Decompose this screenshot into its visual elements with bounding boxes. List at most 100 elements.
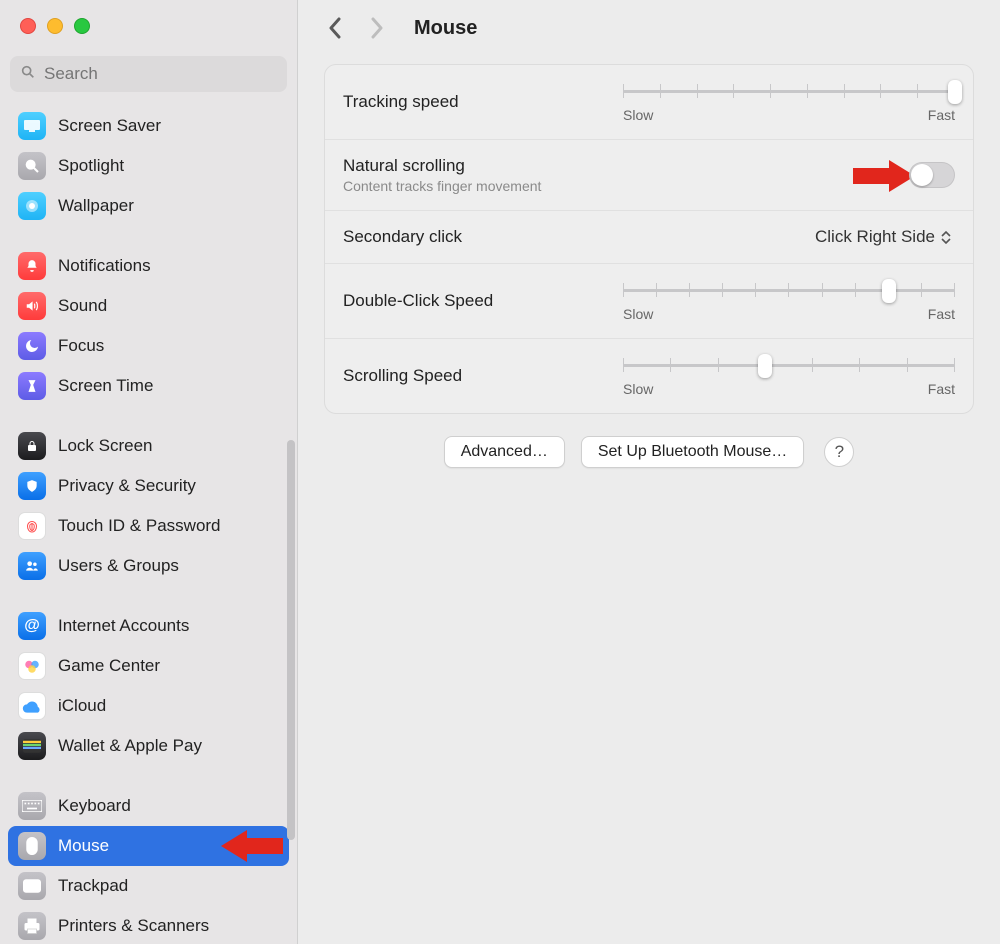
- annotation-arrow-icon: [221, 826, 283, 866]
- sidebar-item-trackpad[interactable]: Trackpad: [8, 866, 289, 906]
- sidebar-item-label: Spotlight: [58, 156, 124, 176]
- fast-label: Fast: [928, 107, 955, 123]
- natural-scrolling-sub: Content tracks finger movement: [343, 178, 889, 194]
- sidebar-item-mouse[interactable]: Mouse: [8, 826, 289, 866]
- row-natural-scrolling: Natural scrolling Content tracks finger …: [325, 140, 973, 211]
- sidebar-item-label: Internet Accounts: [58, 616, 189, 636]
- sidebar-item-label: Touch ID & Password: [58, 516, 221, 536]
- titlebar: Mouse: [298, 0, 1000, 58]
- sidebar-item-label: Screen Saver: [58, 116, 161, 136]
- double-click-speed-slider[interactable]: [623, 280, 955, 300]
- sidebar-item-label: Focus: [58, 336, 104, 356]
- wallpaper-icon: [18, 192, 46, 220]
- keyboard-icon: [18, 792, 46, 820]
- sidebar-item-icloud[interactable]: iCloud: [8, 686, 289, 726]
- sidebar: Screen Saver Spotlight Wallpaper Notific…: [0, 0, 298, 944]
- sidebar-item-internet-accounts[interactable]: @ Internet Accounts: [8, 606, 289, 646]
- lock-screen-icon: [18, 432, 46, 460]
- scrolling-speed-label: Scrolling Speed: [343, 366, 603, 386]
- tracking-speed-label: Tracking speed: [343, 92, 603, 112]
- sidebar-item-wallpaper[interactable]: Wallpaper: [8, 186, 289, 226]
- sidebar-item-label: Mouse: [58, 836, 109, 856]
- natural-scrolling-toggle[interactable]: [909, 162, 955, 188]
- settings-panel: Tracking speed Slow Fast: [324, 64, 974, 414]
- sidebar-item-label: Notifications: [58, 256, 151, 276]
- sidebar-item-lock-screen[interactable]: Lock Screen: [8, 426, 289, 466]
- sidebar-item-sound[interactable]: Sound: [8, 286, 289, 326]
- sidebar-item-printers[interactable]: Printers & Scanners: [8, 906, 289, 944]
- sidebar-item-keyboard[interactable]: Keyboard: [8, 786, 289, 826]
- notifications-icon: [18, 252, 46, 280]
- fullscreen-window-button[interactable]: [74, 18, 90, 34]
- row-double-click-speed: Double-Click Speed Slow Fast: [325, 264, 973, 339]
- sidebar-scrollbar[interactable]: [287, 440, 295, 840]
- search-input[interactable]: [44, 64, 277, 84]
- internet-accounts-icon: @: [18, 612, 46, 640]
- tracking-speed-slider[interactable]: [623, 81, 955, 101]
- sidebar-item-label: Wallpaper: [58, 196, 134, 216]
- secondary-click-label: Secondary click: [343, 227, 795, 247]
- spotlight-icon: [18, 152, 46, 180]
- fast-label: Fast: [928, 381, 955, 397]
- sidebar-item-screen-saver[interactable]: Screen Saver: [8, 106, 289, 146]
- row-tracking-speed: Tracking speed Slow Fast: [325, 65, 973, 140]
- search-field[interactable]: [10, 56, 287, 92]
- privacy-icon: [18, 472, 46, 500]
- sidebar-item-label: Keyboard: [58, 796, 131, 816]
- sidebar-item-screen-time[interactable]: Screen Time: [8, 366, 289, 406]
- sidebar-item-label: Privacy & Security: [58, 476, 196, 496]
- page-title: Mouse: [414, 17, 477, 40]
- fast-label: Fast: [928, 306, 955, 322]
- double-click-speed-label: Double-Click Speed: [343, 291, 603, 311]
- minimize-window-button[interactable]: [47, 18, 63, 34]
- back-button[interactable]: [322, 15, 348, 41]
- chevron-up-down-icon: [941, 228, 955, 246]
- sidebar-item-label: Trackpad: [58, 876, 128, 896]
- row-scrolling-speed: Scrolling Speed Slow Fast: [325, 339, 973, 413]
- forward-button[interactable]: [364, 15, 390, 41]
- sidebar-item-label: Screen Time: [58, 376, 153, 396]
- screen-time-icon: [18, 372, 46, 400]
- icloud-icon: [18, 692, 46, 720]
- sidebar-item-label: Printers & Scanners: [58, 916, 209, 936]
- main-content: Mouse Tracking speed: [298, 0, 1000, 944]
- secondary-click-dropdown[interactable]: Click Right Side: [815, 227, 955, 247]
- close-window-button[interactable]: [20, 18, 36, 34]
- game-center-icon: [18, 652, 46, 680]
- secondary-click-value: Click Right Side: [815, 227, 935, 247]
- screen-saver-icon: [18, 112, 46, 140]
- sidebar-item-wallet[interactable]: Wallet & Apple Pay: [8, 726, 289, 766]
- row-secondary-click: Secondary click Click Right Side: [325, 211, 973, 264]
- window-controls: [0, 0, 297, 44]
- users-icon: [18, 552, 46, 580]
- slow-label: Slow: [623, 107, 653, 123]
- printer-icon: [18, 912, 46, 940]
- search-icon: [20, 64, 36, 85]
- sidebar-item-touch-id[interactable]: Touch ID & Password: [8, 506, 289, 546]
- slow-label: Slow: [623, 306, 653, 322]
- sidebar-item-notifications[interactable]: Notifications: [8, 246, 289, 286]
- footer-buttons: Advanced… Set Up Bluetooth Mouse… ?: [298, 414, 1000, 490]
- slow-label: Slow: [623, 381, 653, 397]
- help-button[interactable]: ?: [824, 437, 854, 467]
- touch-id-icon: [18, 512, 46, 540]
- mouse-icon: [18, 832, 46, 860]
- sidebar-item-users-groups[interactable]: Users & Groups: [8, 546, 289, 586]
- sidebar-item-label: Wallet & Apple Pay: [58, 736, 202, 756]
- setup-bluetooth-mouse-button[interactable]: Set Up Bluetooth Mouse…: [581, 436, 804, 468]
- focus-icon: [18, 332, 46, 360]
- scrolling-speed-slider[interactable]: [623, 355, 955, 375]
- sidebar-item-spotlight[interactable]: Spotlight: [8, 146, 289, 186]
- wallet-icon: [18, 732, 46, 760]
- sound-icon: [18, 292, 46, 320]
- advanced-button[interactable]: Advanced…: [444, 436, 565, 468]
- sidebar-item-privacy-security[interactable]: Privacy & Security: [8, 466, 289, 506]
- sidebar-item-label: Game Center: [58, 656, 160, 676]
- sidebar-list[interactable]: Screen Saver Spotlight Wallpaper Notific…: [0, 100, 297, 944]
- sidebar-item-game-center[interactable]: Game Center: [8, 646, 289, 686]
- natural-scrolling-label: Natural scrolling: [343, 156, 889, 176]
- sidebar-item-label: Users & Groups: [58, 556, 179, 576]
- sidebar-item-focus[interactable]: Focus: [8, 326, 289, 366]
- sidebar-item-label: Lock Screen: [58, 436, 153, 456]
- trackpad-icon: [18, 872, 46, 900]
